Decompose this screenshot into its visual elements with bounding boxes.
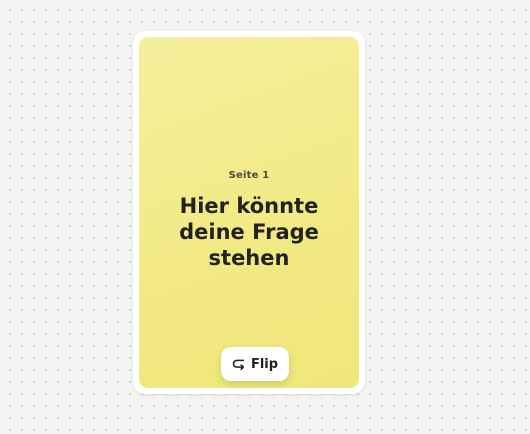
page-label: Seite 1 <box>228 170 270 181</box>
flip-button[interactable]: Flip <box>221 347 289 381</box>
rotate-icon <box>232 357 247 372</box>
card-front-face: Seite 1 Hier könnte deine Frage stehen F… <box>139 37 359 388</box>
flashcard: Seite 1 Hier könnte deine Frage stehen F… <box>133 31 365 394</box>
question-text: Hier könnte deine Frage stehen <box>179 194 319 270</box>
flip-button-label: Flip <box>250 356 279 372</box>
